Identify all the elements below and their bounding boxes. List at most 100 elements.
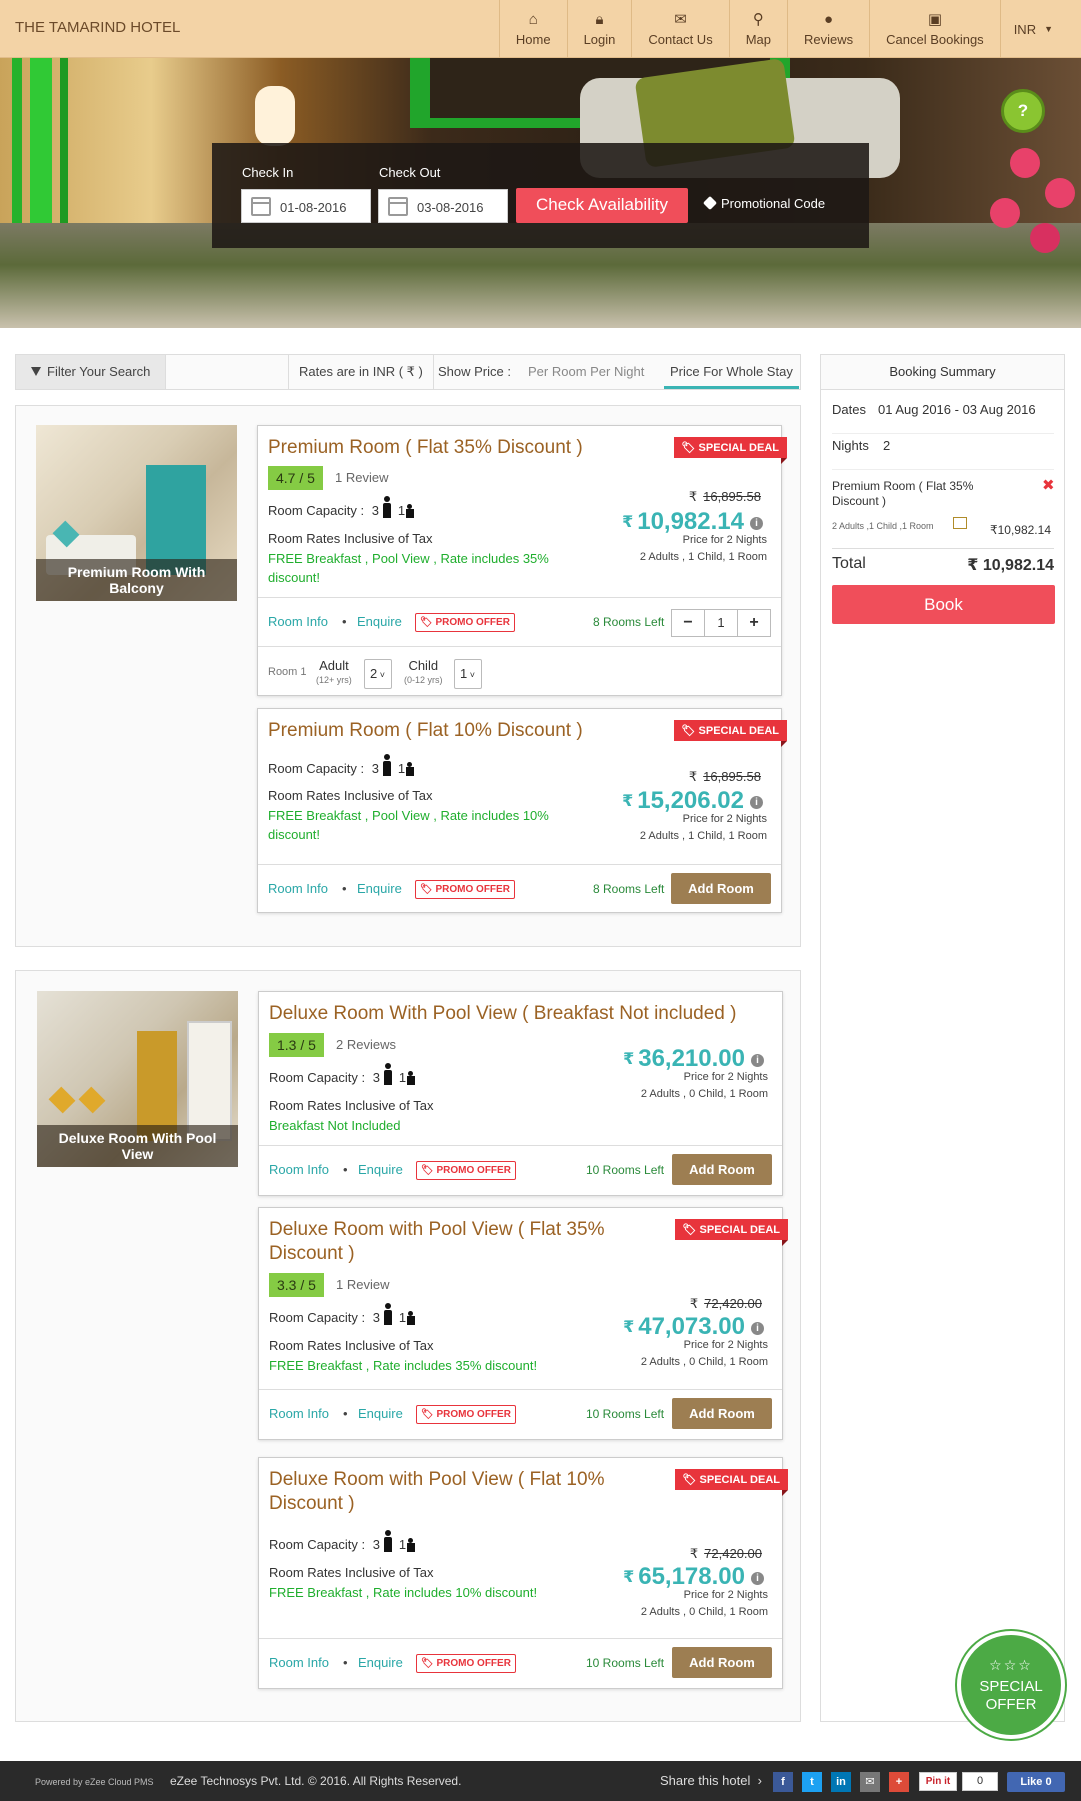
add-room-button[interactable]: Add Room bbox=[672, 1154, 772, 1185]
tab-price-for-whole-stay[interactable]: Price For Whole Stay bbox=[664, 355, 799, 389]
child-icon bbox=[405, 762, 415, 776]
decrement-button[interactable]: − bbox=[672, 610, 704, 636]
room-image-caption: Deluxe Room With Pool View bbox=[37, 1125, 238, 1167]
reviews-link[interactable]: 2 Reviews bbox=[336, 1037, 396, 1052]
room-info-link[interactable]: Room Info bbox=[268, 614, 328, 629]
info-icon[interactable]: i bbox=[751, 1054, 764, 1067]
room-group-deluxe: Deluxe Room With Pool View Deluxe Room W… bbox=[15, 970, 801, 1722]
child-select[interactable]: 1 ˅ bbox=[454, 659, 482, 689]
tab-per-room-per-night[interactable]: Per Room Per Night bbox=[528, 355, 644, 389]
room-capacity: Room Capacity : 3 1 bbox=[269, 1303, 416, 1325]
room-info-link[interactable]: Room Info bbox=[269, 1655, 329, 1670]
powered-by[interactable]: Powered by eZee Cloud PMS bbox=[35, 1777, 154, 1787]
booking-summary-title: Booking Summary bbox=[821, 355, 1064, 390]
tax-inclusive-note: Room Rates Inclusive of Tax bbox=[269, 1338, 434, 1353]
rate-title[interactable]: Premium Room ( Flat 35% Discount ) bbox=[268, 436, 583, 460]
special-offer-badge[interactable]: ☆☆☆ SPECIAL OFFER bbox=[957, 1631, 1065, 1739]
room-info-link[interactable]: Room Info bbox=[269, 1406, 329, 1421]
room-info-link[interactable]: Room Info bbox=[268, 881, 328, 896]
add-room-button[interactable]: Add Room bbox=[672, 1647, 772, 1678]
rate-title[interactable]: Deluxe Room With Pool View ( Breakfast N… bbox=[269, 1002, 736, 1026]
nav-contact-us[interactable]: ✉ Contact Us bbox=[631, 0, 728, 58]
promo-offer-badge[interactable]: 🏷︎ PROMO OFFER bbox=[415, 880, 515, 899]
nav-label: Map bbox=[745, 31, 771, 47]
info-icon[interactable]: i bbox=[751, 1572, 764, 1585]
filter-search-button[interactable]: Filter Your Search bbox=[16, 355, 166, 389]
info-icon[interactable]: i bbox=[750, 796, 763, 809]
rooms-left: 8 Rooms Left bbox=[593, 882, 665, 896]
hotel-name[interactable]: THE TAMARIND HOTEL bbox=[15, 19, 180, 36]
remove-room-icon[interactable]: ✖ bbox=[1042, 476, 1055, 494]
nav-map[interactable]: ⚲ Map bbox=[728, 0, 787, 58]
email-icon[interactable]: ✉ bbox=[860, 1772, 880, 1792]
rooms-left: 10 Rooms Left bbox=[586, 1656, 665, 1670]
room-capacity: Room Capacity : 3 1 bbox=[269, 1530, 416, 1552]
book-button[interactable]: Book bbox=[832, 585, 1055, 624]
google-plus-icon[interactable]: + bbox=[889, 1772, 909, 1792]
original-price: ₹72,420.00 bbox=[689, 1296, 762, 1311]
filter-label: Filter Your Search bbox=[47, 364, 151, 379]
pinterest-button[interactable]: Pin it bbox=[919, 1772, 957, 1791]
add-room-button[interactable]: Add Room bbox=[671, 873, 771, 904]
enquire-link[interactable]: Enquire bbox=[357, 881, 402, 896]
promo-offer-badge[interactable]: 🏷︎ PROMO OFFER bbox=[416, 1654, 516, 1673]
summary-room-name: Premium Room ( Flat 35% Discount ) bbox=[832, 479, 974, 508]
promotional-code-link[interactable]: Promotional Code bbox=[702, 195, 825, 211]
caret-down-icon: ▼ bbox=[1044, 24, 1053, 34]
info-icon[interactable]: i bbox=[750, 517, 763, 530]
rate-title[interactable]: Deluxe Room with Pool View ( Flat 10% Di… bbox=[269, 1468, 609, 1516]
reviews-link[interactable]: 1 Review bbox=[336, 1277, 389, 1292]
twitter-icon[interactable]: t bbox=[802, 1772, 822, 1792]
special-deal-badge: 🏷︎ SPECIAL DEAL bbox=[675, 1469, 788, 1496]
quantity-value[interactable]: 1 bbox=[704, 610, 738, 636]
enquire-link[interactable]: Enquire bbox=[358, 1406, 403, 1421]
map-marker-icon: ⚲ bbox=[752, 10, 764, 28]
enquire-link[interactable]: Enquire bbox=[358, 1655, 403, 1670]
room-image-deluxe[interactable]: Deluxe Room With Pool View bbox=[37, 991, 238, 1167]
enquire-link[interactable]: Enquire bbox=[358, 1162, 403, 1177]
rate-price: ₹15,206.02 i bbox=[622, 787, 763, 815]
rate-card: Premium Room ( Flat 35% Discount ) 🏷︎ SP… bbox=[257, 425, 787, 696]
info-icon[interactable]: i bbox=[751, 1322, 764, 1335]
total-label: Total bbox=[832, 555, 866, 572]
adult-select[interactable]: 2 ˅ bbox=[364, 659, 392, 689]
rate-pax: 2 Adults , 1 Child, 1 Room bbox=[639, 830, 767, 842]
child-icon bbox=[406, 1538, 416, 1552]
nav-cancel-bookings[interactable]: ▣ Cancel Bookings bbox=[869, 0, 1000, 58]
rate-title[interactable]: Premium Room ( Flat 10% Discount ) bbox=[268, 719, 583, 743]
checkin-field[interactable]: 01-08-2016 bbox=[241, 189, 371, 223]
room-image-premium[interactable]: Premium Room With Balcony bbox=[36, 425, 237, 601]
occupancy-room-label: Room 1 bbox=[268, 666, 307, 678]
home-icon: ⌂ bbox=[528, 10, 538, 28]
rate-title[interactable]: Deluxe Room with Pool View ( Flat 35% Di… bbox=[269, 1218, 609, 1266]
checkout-field[interactable]: 03-08-2016 bbox=[378, 189, 508, 223]
increment-button[interactable]: + bbox=[738, 610, 770, 636]
nav-login[interactable]: 🔒︎ Login bbox=[566, 0, 632, 58]
check-availability-button[interactable]: Check Availability bbox=[516, 188, 688, 223]
summary-dates-row: Dates 01 Aug 2016 - 03 Aug 2016 bbox=[832, 402, 1054, 434]
enquire-link[interactable]: Enquire bbox=[357, 614, 402, 629]
linkedin-icon[interactable]: in bbox=[831, 1772, 851, 1792]
add-room-button[interactable]: Add Room bbox=[672, 1398, 772, 1429]
promo-offer-badge[interactable]: 🏷︎ PROMO OFFER bbox=[416, 1405, 516, 1424]
nav-reviews[interactable]: ● Reviews bbox=[787, 0, 869, 58]
reviews-link[interactable]: 1 Review bbox=[335, 470, 388, 485]
nav-home[interactable]: ⌂ Home bbox=[498, 0, 567, 58]
promo-offer-badge[interactable]: 🏷︎ PROMO OFFER bbox=[415, 613, 515, 632]
summary-room-price: ₹10,982.14 bbox=[989, 523, 1051, 537]
show-price-label: Show Price : bbox=[438, 364, 511, 379]
special-deal-badge: 🏷︎ SPECIAL DEAL bbox=[674, 437, 787, 464]
room-capacity: Room Capacity : 3 1 bbox=[268, 496, 415, 518]
facebook-icon[interactable]: f bbox=[773, 1772, 793, 1792]
rate-price: ₹10,982.14 i bbox=[622, 508, 763, 536]
facebook-like-button[interactable]: Like 0 bbox=[1007, 1772, 1065, 1792]
edit-icon[interactable] bbox=[953, 517, 967, 529]
rate-perks: FREE Breakfast , Pool View , Rate includ… bbox=[268, 551, 549, 585]
room-info-link[interactable]: Room Info bbox=[269, 1162, 329, 1177]
promo-offer-badge[interactable]: 🏷︎ PROMO OFFER bbox=[416, 1161, 516, 1180]
rooms-left: 10 Rooms Left bbox=[586, 1407, 665, 1421]
quantity-stepper[interactable]: − 1 + bbox=[671, 609, 771, 637]
summary-nights-row: Nights 2 bbox=[832, 438, 1054, 470]
currency-dropdown[interactable]: INR ▼ bbox=[999, 0, 1081, 58]
help-button[interactable]: ? bbox=[1001, 89, 1045, 133]
